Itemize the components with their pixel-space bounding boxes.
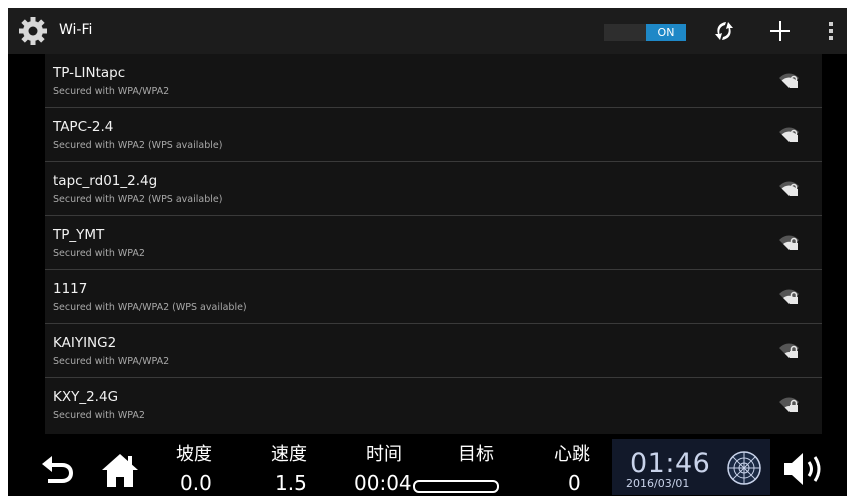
speed-label: 速度	[271, 444, 307, 465]
wifi-locked-signal-icon	[779, 343, 799, 358]
network-security: Secured with WPA2	[53, 248, 145, 259]
wifi-locked-signal-icon	[779, 73, 799, 88]
network-security: Secured with WPA2 (WPS available)	[53, 194, 223, 205]
network-row-0[interactable]: TP-LINtapc Secured with WPA/WPA2	[45, 54, 822, 108]
incline-value: 0.0	[180, 471, 212, 495]
network-ssid: 1117	[53, 281, 88, 297]
network-row-4[interactable]: 1117 Secured with WPA/WPA2 (WPS availabl…	[45, 270, 822, 324]
device-screen: Wi-Fi ON TP-LINtapc Secured with WPA/WPA…	[8, 8, 847, 496]
network-ssid: KAIYING2	[53, 335, 117, 351]
settings-gear-icon[interactable]	[18, 16, 48, 46]
network-row-3[interactable]: TP_YMT Secured with WPA2	[45, 216, 822, 270]
clock-time: 01:46	[630, 448, 711, 479]
home-icon[interactable]	[100, 451, 140, 489]
network-row-1[interactable]: TAPC-2.4 Secured with WPA2 (WPS availabl…	[45, 108, 822, 162]
heart-rate-label: 心跳	[554, 444, 590, 465]
time-label: 时间	[366, 444, 402, 465]
add-icon[interactable]	[768, 19, 792, 43]
bottom-bar: 坡度 0.0 速度 1.5 时间 00:04 目标 心跳 0 01:46 201…	[8, 436, 847, 496]
overflow-menu-icon[interactable]	[826, 21, 836, 41]
network-row-2[interactable]: tapc_rd01_2.4g Secured with WPA2 (WPS av…	[45, 162, 822, 216]
network-row-6[interactable]: KXY_2.4G Secured with WPA2	[45, 378, 822, 432]
target-progress-bar	[413, 480, 499, 493]
action-bar: Wi-Fi ON	[8, 8, 847, 54]
wifi-locked-signal-icon	[779, 235, 799, 250]
network-ssid: TAPC-2.4	[53, 119, 114, 135]
wifi-locked-signal-icon	[779, 397, 799, 412]
network-ssid: TP-LINtapc	[53, 65, 126, 81]
wps-scan-icon[interactable]	[712, 19, 736, 43]
time-value: 00:04	[354, 471, 412, 495]
network-ssid: KXY_2.4G	[53, 389, 119, 405]
clock-panel: 01:46 2016/03/01	[612, 439, 770, 495]
network-security: Secured with WPA/WPA2 (WPS available)	[53, 302, 247, 313]
wifi-locked-signal-icon	[779, 289, 799, 304]
wifi-toggle[interactable]: ON	[604, 24, 686, 41]
network-ssid: TP_YMT	[53, 227, 105, 243]
network-ssid: tapc_rd01_2.4g	[53, 173, 158, 189]
wifi-network-list: TP-LINtapc Secured with WPA/WPA2 TAPC-2.…	[45, 54, 822, 434]
target-label: 目标	[458, 444, 494, 465]
clock-date: 2016/03/01	[626, 477, 690, 490]
speed-value: 1.5	[275, 471, 307, 495]
network-security: Secured with WPA2	[53, 410, 145, 421]
incline-label: 坡度	[176, 444, 212, 465]
wifi-locked-signal-icon	[779, 127, 799, 142]
toggle-on-label: ON	[646, 24, 686, 41]
network-security: Secured with WPA2 (WPS available)	[53, 140, 223, 151]
back-icon[interactable]	[38, 452, 78, 486]
page-title: Wi-Fi	[59, 22, 93, 38]
globe-icon[interactable]	[726, 450, 762, 486]
network-security: Secured with WPA/WPA2	[53, 86, 170, 97]
wifi-locked-signal-icon	[779, 181, 799, 196]
heart-rate-value: 0	[568, 471, 581, 495]
volume-icon[interactable]	[781, 450, 829, 488]
network-security: Secured with WPA/WPA2	[53, 356, 170, 367]
network-row-5[interactable]: KAIYING2 Secured with WPA/WPA2	[45, 324, 822, 378]
